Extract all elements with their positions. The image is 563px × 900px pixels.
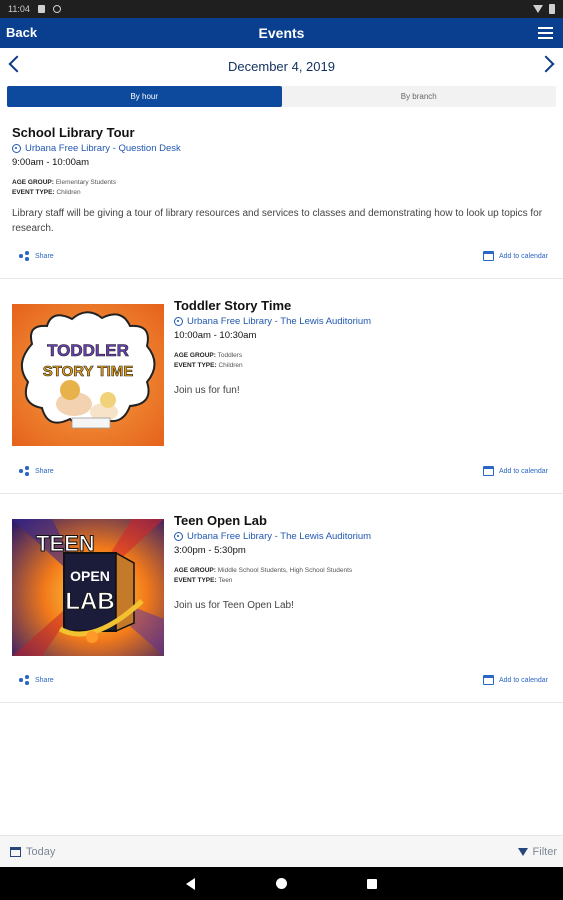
add-to-calendar-label: Add to calendar: [498, 252, 548, 260]
event-card[interactable]: TODDLER STORY TIME Toddler Story Time Ur…: [0, 279, 563, 494]
event-time: 9:00am - 10:00am: [12, 157, 90, 168]
calendar-icon: [482, 466, 494, 476]
filter-button[interactable]: Filter: [517, 845, 557, 858]
age-group-label: AGE GROUP:: [174, 567, 216, 574]
date-navigator: December 4, 2019: [0, 48, 563, 84]
add-to-calendar-label: Add to calendar: [498, 676, 548, 684]
view-tabs: By hour By branch: [7, 86, 556, 107]
image-text-teen: TEEN: [36, 531, 95, 556]
bottom-toolbar: Today Filter: [0, 835, 563, 867]
event-description: Join us for Teen Open Lab!: [174, 600, 294, 611]
age-group-label: AGE GROUP:: [174, 352, 216, 359]
event-type-value: Children: [56, 189, 81, 196]
share-label: Share: [35, 252, 54, 260]
tab-by-branch[interactable]: By branch: [282, 86, 557, 107]
event-type: EVENT TYPE: Teen: [174, 577, 554, 584]
event-time: 3:00pm - 5:30pm: [174, 545, 246, 556]
nav-home-icon[interactable]: [276, 878, 287, 889]
teen-open-lab-illustration: TEEN OPEN LAB: [12, 519, 164, 656]
nav-back-icon[interactable]: [186, 878, 195, 890]
clock: 11:04: [8, 4, 30, 14]
hamburger-menu-icon[interactable]: [538, 27, 553, 39]
event-location-label: Urbana Free Library - The Lewis Auditori…: [187, 531, 372, 542]
event-location-label: Urbana Free Library - Question Desk: [25, 143, 181, 154]
age-group-value: Middle School Students, High School Stud…: [217, 567, 353, 574]
teen-open-lab-image: TEEN OPEN LAB: [12, 519, 164, 656]
share-button[interactable]: Share: [19, 675, 54, 685]
event-time: 10:00am - 10:30am: [174, 330, 257, 341]
event-location[interactable]: Urbana Free Library - The Lewis Auditori…: [174, 531, 554, 542]
image-text-open: OPEN: [70, 568, 110, 584]
add-to-calendar-button[interactable]: Add to calendar: [482, 466, 548, 476]
event-type: EVENT TYPE: Children: [12, 189, 552, 196]
lock-icon: [37, 5, 45, 13]
image-text-story-time: STORY TIME: [43, 363, 134, 380]
event-age-group: AGE GROUP: Middle School Students, High …: [174, 567, 554, 574]
event-type-label: EVENT TYPE:: [174, 362, 217, 369]
share-label: Share: [35, 467, 54, 475]
event-age-group: AGE GROUP: Toddlers: [174, 352, 554, 359]
share-icon: [19, 675, 29, 685]
event-card[interactable]: TEEN OPEN LAB Teen Open Lab Urbana Free …: [0, 494, 563, 703]
event-title: Teen Open Lab: [174, 513, 267, 528]
event-description: Join us for fun!: [174, 385, 240, 396]
share-icon: [19, 466, 29, 476]
wifi-icon: [533, 5, 543, 13]
calendar-today-icon: [10, 846, 21, 857]
event-title: Toddler Story Time: [174, 298, 292, 313]
share-button[interactable]: Share: [19, 251, 54, 261]
add-to-calendar-button[interactable]: Add to calendar: [482, 675, 548, 685]
image-text-lab: LAB: [65, 588, 114, 615]
previous-day-chevron-icon[interactable]: [8, 55, 26, 73]
event-description: Library staff will be giving a tour of l…: [12, 208, 543, 234]
event-type-value: Children: [218, 362, 243, 369]
age-group-value: Toddlers: [217, 352, 243, 359]
system-navigation-bar: [0, 867, 563, 900]
battery-icon: [549, 4, 555, 14]
event-location-label: Urbana Free Library - The Lewis Auditori…: [187, 316, 372, 327]
image-text-toddler: TODDLER: [47, 341, 129, 360]
back-button[interactable]: Back: [6, 25, 37, 40]
age-group-value: Elementary Students: [55, 179, 117, 186]
calendar-icon: [482, 675, 494, 685]
tab-by-hour[interactable]: By hour: [7, 86, 282, 107]
share-button[interactable]: Share: [19, 466, 54, 476]
location-pin-icon: [174, 317, 183, 326]
page-title: Events: [258, 25, 305, 41]
add-to-calendar-label: Add to calendar: [498, 467, 548, 475]
location-pin-icon: [12, 144, 21, 153]
filter-label: Filter: [532, 845, 557, 858]
event-title: School Library Tour: [12, 125, 135, 140]
event-age-group: AGE GROUP: Elementary Students: [12, 179, 552, 186]
app-bar: Back Events: [0, 18, 563, 48]
event-location[interactable]: Urbana Free Library - Question Desk: [12, 143, 552, 154]
event-type-label: EVENT TYPE:: [12, 189, 55, 196]
toddler-story-time-illustration: TODDLER STORY TIME: [12, 304, 164, 446]
current-date: December 4, 2019: [228, 58, 335, 74]
event-type-label: EVENT TYPE:: [174, 577, 217, 584]
age-group-label: AGE GROUP:: [12, 179, 54, 186]
share-label: Share: [35, 676, 54, 684]
calendar-icon: [482, 251, 494, 261]
today-button[interactable]: Today: [10, 846, 55, 858]
sync-icon: [52, 5, 61, 13]
event-type: EVENT TYPE: Children: [174, 362, 554, 369]
share-icon: [19, 251, 29, 261]
nav-recents-icon[interactable]: [367, 879, 377, 889]
event-card[interactable]: School Library Tour Urbana Free Library …: [0, 114, 563, 279]
next-day-chevron-icon[interactable]: [537, 55, 555, 73]
location-pin-icon: [174, 532, 183, 541]
today-label: Today: [26, 845, 56, 858]
filter-icon: [517, 847, 528, 856]
add-to-calendar-button[interactable]: Add to calendar: [482, 251, 548, 261]
event-location[interactable]: Urbana Free Library - The Lewis Auditori…: [174, 316, 554, 327]
status-bar: 11:04: [0, 0, 563, 18]
toddler-story-time-image: TODDLER STORY TIME: [12, 304, 164, 446]
event-type-value: Teen: [218, 577, 233, 584]
